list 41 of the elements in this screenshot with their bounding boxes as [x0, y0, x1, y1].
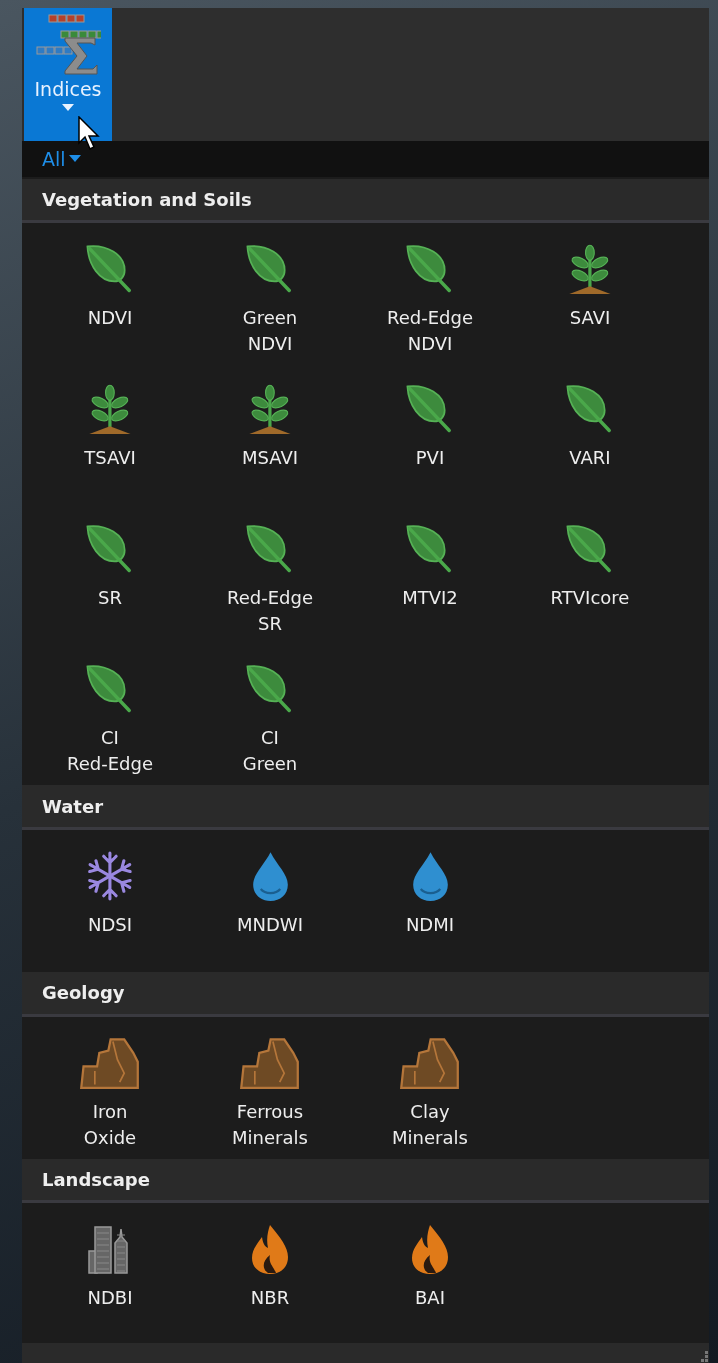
index-tile[interactable]: BAI: [350, 1203, 510, 1344]
indices-icon: [35, 12, 101, 78]
section-header: Water: [42, 795, 104, 817]
index-tile[interactable]: NDVI: [30, 223, 190, 364]
caret-icon: [62, 104, 74, 111]
index-tile[interactable]: Clay Minerals: [350, 1016, 510, 1157]
rock-icon: [239, 1036, 301, 1089]
index-tile[interactable]: CI Red-Edge: [30, 643, 190, 784]
index-tile[interactable]: NBR: [190, 1203, 350, 1344]
section-header: Vegetation and Soils: [42, 188, 252, 210]
water-drop-icon: [250, 849, 290, 902]
index-tile[interactable]: Red-Edge SR: [190, 503, 350, 644]
section-header: Geology: [42, 982, 125, 1004]
cursor-icon: [78, 116, 102, 152]
index-tile[interactable]: CI Green: [190, 643, 350, 784]
index-tile[interactable]: SAVI: [510, 223, 670, 364]
index-tile[interactable]: Red-Edge NDVI: [350, 223, 510, 364]
index-tile[interactable]: MNDWI: [190, 829, 350, 970]
water-drop-icon: [410, 849, 450, 902]
rock-icon: [399, 1036, 461, 1089]
index-tile[interactable]: Iron Oxide: [30, 1016, 190, 1157]
index-tile[interactable]: SR: [30, 503, 190, 644]
index-tile[interactable]: MSAVI: [190, 363, 350, 504]
index-tile[interactable]: PVI: [350, 363, 510, 504]
index-tile[interactable]: NDSI: [30, 829, 190, 970]
index-tile[interactable]: Green NDVI: [190, 223, 350, 364]
indices-button[interactable]: Indices: [24, 8, 112, 141]
snowflake-icon: [86, 849, 134, 902]
index-tile[interactable]: NDBI: [30, 1203, 190, 1344]
rock-icon: [79, 1036, 141, 1089]
index-tile[interactable]: Ferrous Minerals: [190, 1016, 350, 1157]
flame-icon: [410, 1223, 450, 1276]
index-tile[interactable]: RTVIcore: [510, 503, 670, 644]
caret-icon: [68, 155, 81, 163]
flame-icon: [250, 1223, 290, 1276]
index-tile[interactable]: MTVI2: [350, 503, 510, 644]
section-header: Landscape: [42, 1168, 150, 1190]
index-tile[interactable]: TSAVI: [30, 363, 190, 504]
index-tile[interactable]: VARI: [510, 363, 670, 504]
index-tile[interactable]: NDMI: [350, 829, 510, 970]
filter-dropdown[interactable]: All: [42, 147, 81, 170]
